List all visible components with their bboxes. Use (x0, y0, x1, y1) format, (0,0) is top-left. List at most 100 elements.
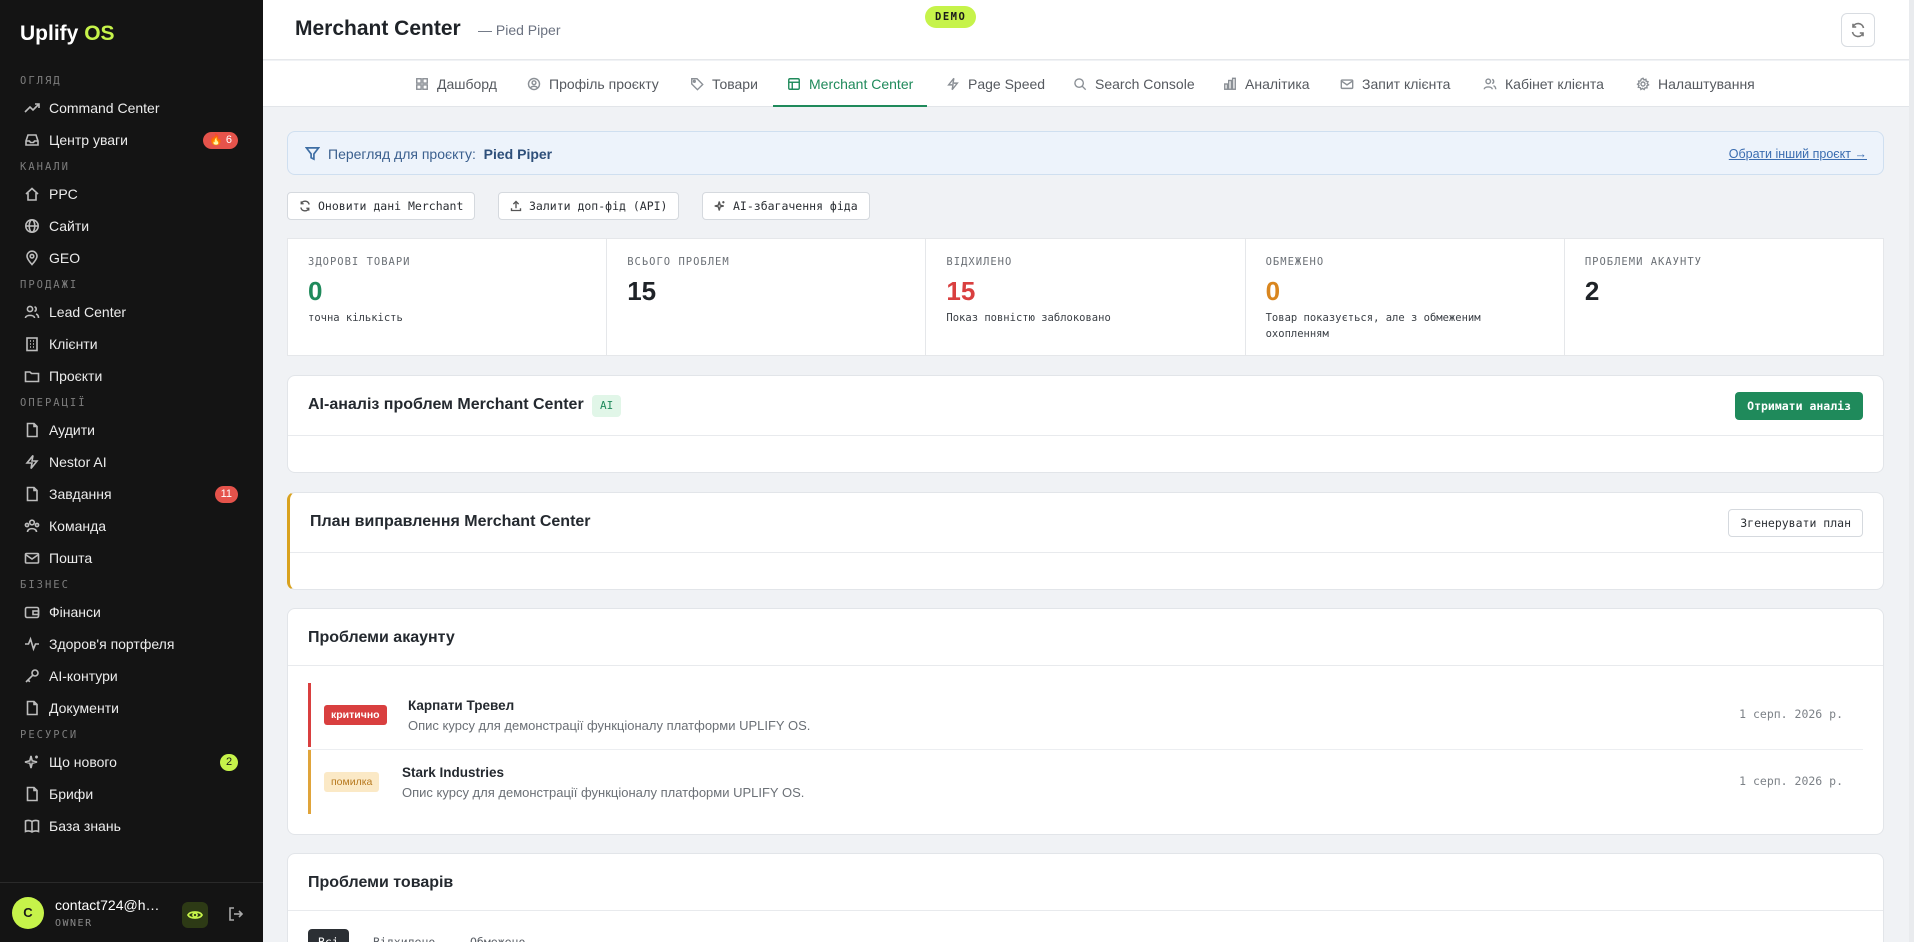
severity-bar (308, 750, 311, 814)
key-icon (25, 669, 39, 683)
sidebar-item-label: База знань (49, 818, 121, 834)
page-scrollbar[interactable] (1909, 0, 1914, 942)
list-item[interactable]: помилка Stark Industries Опис курсу для … (308, 750, 1863, 814)
sidebar-item-label: Lead Center (49, 304, 127, 320)
list-item[interactable]: критично Карпати Тревел Опис курсу для д… (308, 683, 1863, 747)
sidebar-item-audits[interactable]: Аудити (0, 414, 263, 446)
pulse-icon (25, 636, 39, 652)
user-role: OWNER (55, 918, 93, 929)
sidebar-item-lead-center[interactable]: Lead Center (0, 296, 263, 328)
stat-rejected: ВІДХИЛЕНО 15 Показ повністю заблоковано (926, 239, 1246, 355)
sidebar-item-mail[interactable]: Пошта (0, 542, 263, 574)
logout-button[interactable] (226, 904, 246, 924)
app-logo[interactable]: Uplify OS (20, 22, 115, 46)
tab-merchant-center[interactable]: Merchant Center (772, 61, 928, 107)
tab-label: Кабінет клієнта (1505, 76, 1604, 92)
nav-section-business: БІЗНЕС (20, 579, 70, 591)
sidebar-item-tasks[interactable]: Завдання 11 (0, 478, 263, 510)
tab-dashboard[interactable]: Дашборд (415, 61, 497, 107)
sidebar-item-clients[interactable]: Клієнти (0, 328, 263, 360)
tab-client-request[interactable]: Запит клієнта (1340, 61, 1450, 107)
nav-section-sales: ПРОДАЖІ (20, 279, 79, 291)
view-mode-button[interactable] (182, 902, 208, 928)
change-project-link[interactable]: Обрати інший проєкт → (1729, 147, 1867, 161)
sidebar-item-label: Клієнти (49, 336, 98, 352)
ai-analysis-header: AI-аналіз проблем Merchant Center AI Отр… (288, 376, 1883, 436)
sidebar-item-ppc[interactable]: PPC (0, 178, 263, 210)
mail-icon (24, 552, 40, 564)
sidebar-item-finance[interactable]: Фінанси (0, 596, 263, 628)
sidebar-item-projects[interactable]: Проєкти (0, 360, 263, 392)
folder-icon (24, 371, 40, 383)
refresh-button[interactable] (1841, 13, 1875, 47)
ai-analysis-title: AI-аналіз проблем Merchant Center (308, 396, 584, 413)
sidebar-item-ai-contours[interactable]: AI-контури (0, 660, 263, 692)
avatar[interactable]: C (12, 897, 44, 929)
sidebar-item-attention-center[interactable]: Центр уваги 🔥 6 (0, 124, 263, 156)
product-issues-card: Проблеми товарів Всі Відхилено Обмежено (287, 853, 1884, 942)
tab-settings[interactable]: Налаштування (1636, 61, 1755, 107)
page-subtitle: — Pied Piper (478, 22, 561, 38)
tab-label: Merchant Center (809, 76, 914, 92)
product-issues-header: Проблеми товарів (288, 854, 1883, 911)
tab-project-profile[interactable]: Профіль проєкту (527, 61, 659, 107)
tag-icon (691, 78, 704, 91)
tab-search-console[interactable]: Search Console (1073, 61, 1195, 107)
stat-note: точна кількість (308, 312, 403, 324)
sidebar-item-briefs[interactable]: Брифи (0, 778, 263, 810)
sidebar-item-sites[interactable]: Сайти (0, 210, 263, 242)
sidebar-item-label: Сайти (49, 218, 90, 234)
filter-icon (305, 147, 320, 161)
stat-note: Показ повністю заблоковано (946, 312, 1111, 324)
ai-enrich-button[interactable]: AI-збагачення фіда (702, 192, 870, 220)
sidebar-item-command-center[interactable]: Command Center (0, 92, 263, 124)
sidebar-item-whats-new[interactable]: Що нового 2 (0, 746, 263, 778)
user-email: contact724@hotmail.com (55, 897, 165, 913)
sidebar-item-geo[interactable]: GEO (0, 242, 263, 274)
tab-page-speed[interactable]: Page Speed (946, 61, 1045, 107)
sidebar-item-team[interactable]: Команда (0, 510, 263, 542)
bolt-icon (947, 77, 959, 91)
user-circle-icon (527, 77, 541, 91)
sidebar-item-knowledge-base[interactable]: База знань (0, 810, 263, 842)
tab-label: Дашборд (437, 76, 497, 92)
sidebar-item-label: Здоров'я портфеля (49, 636, 175, 652)
product-issues-title: Проблеми товарів (308, 874, 454, 891)
store-icon (788, 78, 800, 90)
filter-tab-rejected[interactable]: Відхилено (363, 929, 445, 942)
stat-note: Товар показується, але з обмеженим охопл… (1265, 312, 1481, 340)
search-icon (1074, 78, 1087, 91)
tasks-badge: 11 (214, 486, 238, 503)
tab-client-cabinet[interactable]: Кабінет клієнта (1483, 61, 1604, 107)
filter-tab-all[interactable]: Всі (308, 929, 349, 942)
stat-value: 0 (1265, 276, 1281, 306)
nav-section-channels: КАНАЛИ (20, 161, 70, 173)
refresh-merchant-button[interactable]: Оновити дані Merchant (287, 192, 476, 220)
file-icon (26, 486, 38, 502)
sidebar: Uplify OS ОГЛЯД Command Center Центр ува… (0, 0, 263, 942)
sidebar-item-portfolio-health[interactable]: Здоров'я портфеля (0, 628, 263, 660)
filter-tab-limited[interactable]: Обмежено (460, 929, 535, 942)
generate-plan-button[interactable]: Згенерувати план (1728, 509, 1863, 537)
sidebar-item-nestor-ai[interactable]: Nestor AI (0, 446, 263, 478)
map-pin-icon (26, 250, 38, 266)
upload-icon (510, 200, 522, 212)
filter-project-name: Pied Piper (483, 146, 553, 162)
refresh-icon (1851, 22, 1865, 38)
ai-chip: AI (592, 395, 622, 417)
sidebar-item-label: Аудити (49, 422, 95, 438)
sidebar-item-documents[interactable]: Документи (0, 692, 263, 724)
gear-icon (1636, 77, 1650, 91)
get-analysis-button[interactable]: Отримати аналіз (1735, 392, 1863, 420)
stat-account-issues: ПРОБЛЕМИ АКАУНТУ 2 (1565, 239, 1883, 355)
upload-feed-button[interactable]: Залити доп-фід (API) (498, 192, 680, 220)
project-filter-bar: Перегляд для проєкту: Pied Piper Обрати … (287, 131, 1884, 175)
tab-analytics[interactable]: Аналітика (1223, 61, 1310, 107)
sidebar-item-label: Пошта (49, 550, 93, 566)
sidebar-item-label: Команда (49, 518, 107, 534)
tab-products[interactable]: Товари (690, 61, 758, 107)
wallet-icon (24, 606, 40, 619)
team-icon (24, 519, 40, 533)
fix-plan-title: План виправлення Merchant Center (310, 513, 591, 530)
stats-row: ЗДОРОВІ ТОВАРИ 0 точна кількість ВСЬОГО … (287, 238, 1884, 356)
